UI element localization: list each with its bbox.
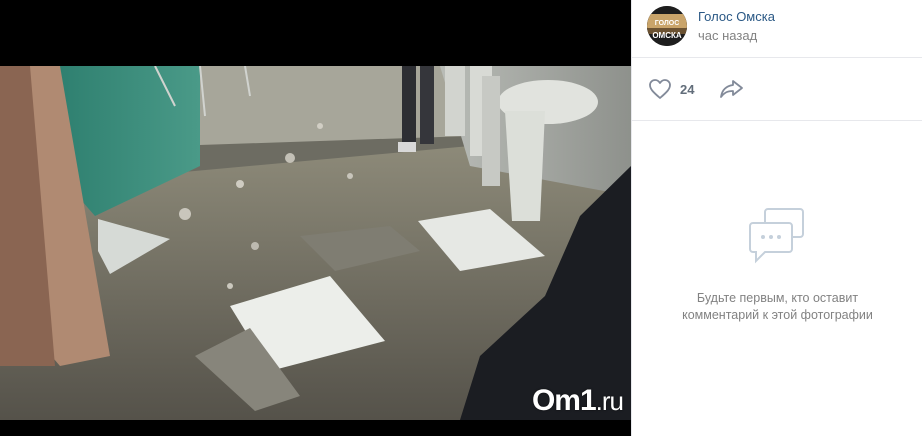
share-icon	[720, 80, 743, 98]
post-actions: 24	[632, 58, 922, 121]
photo-scene	[0, 66, 631, 420]
post-header: ГОЛОС ОМСКА Голос Омска час назад	[632, 0, 922, 58]
post-time[interactable]: час назад	[698, 28, 757, 43]
avatar-logo-icon: ГОЛОС ОМСКА	[647, 6, 687, 46]
like-button[interactable]: 24	[648, 78, 694, 100]
comments-empty-state: Будьте первым, кто оставит комментарий к…	[632, 205, 922, 324]
author-link[interactable]: Голос Омска	[698, 9, 775, 24]
comment-bubble-icon	[748, 208, 804, 264]
photo-viewer: Om1.ru	[0, 0, 631, 436]
avatar[interactable]: ГОЛОС ОМСКА	[647, 6, 687, 46]
comments-empty-text: Будьте первым, кто оставит комментарий к…	[682, 291, 873, 322]
heart-icon	[649, 79, 671, 99]
like-count: 24	[680, 81, 695, 97]
share-button[interactable]	[719, 78, 745, 105]
photo[interactable]: Om1.ru	[0, 66, 631, 420]
photo-sidebar: ГОЛОС ОМСКА Голос Омска час назад 24 Буд…	[631, 0, 922, 436]
watermark-main: Om1	[531, 384, 597, 417]
watermark-suffix: .ru	[595, 386, 624, 416]
avatar-text-line1: ГОЛОС	[655, 20, 680, 27]
photo-watermark: Om1.ru	[531, 384, 624, 418]
avatar-text-line2: ОМСКА	[652, 31, 682, 40]
